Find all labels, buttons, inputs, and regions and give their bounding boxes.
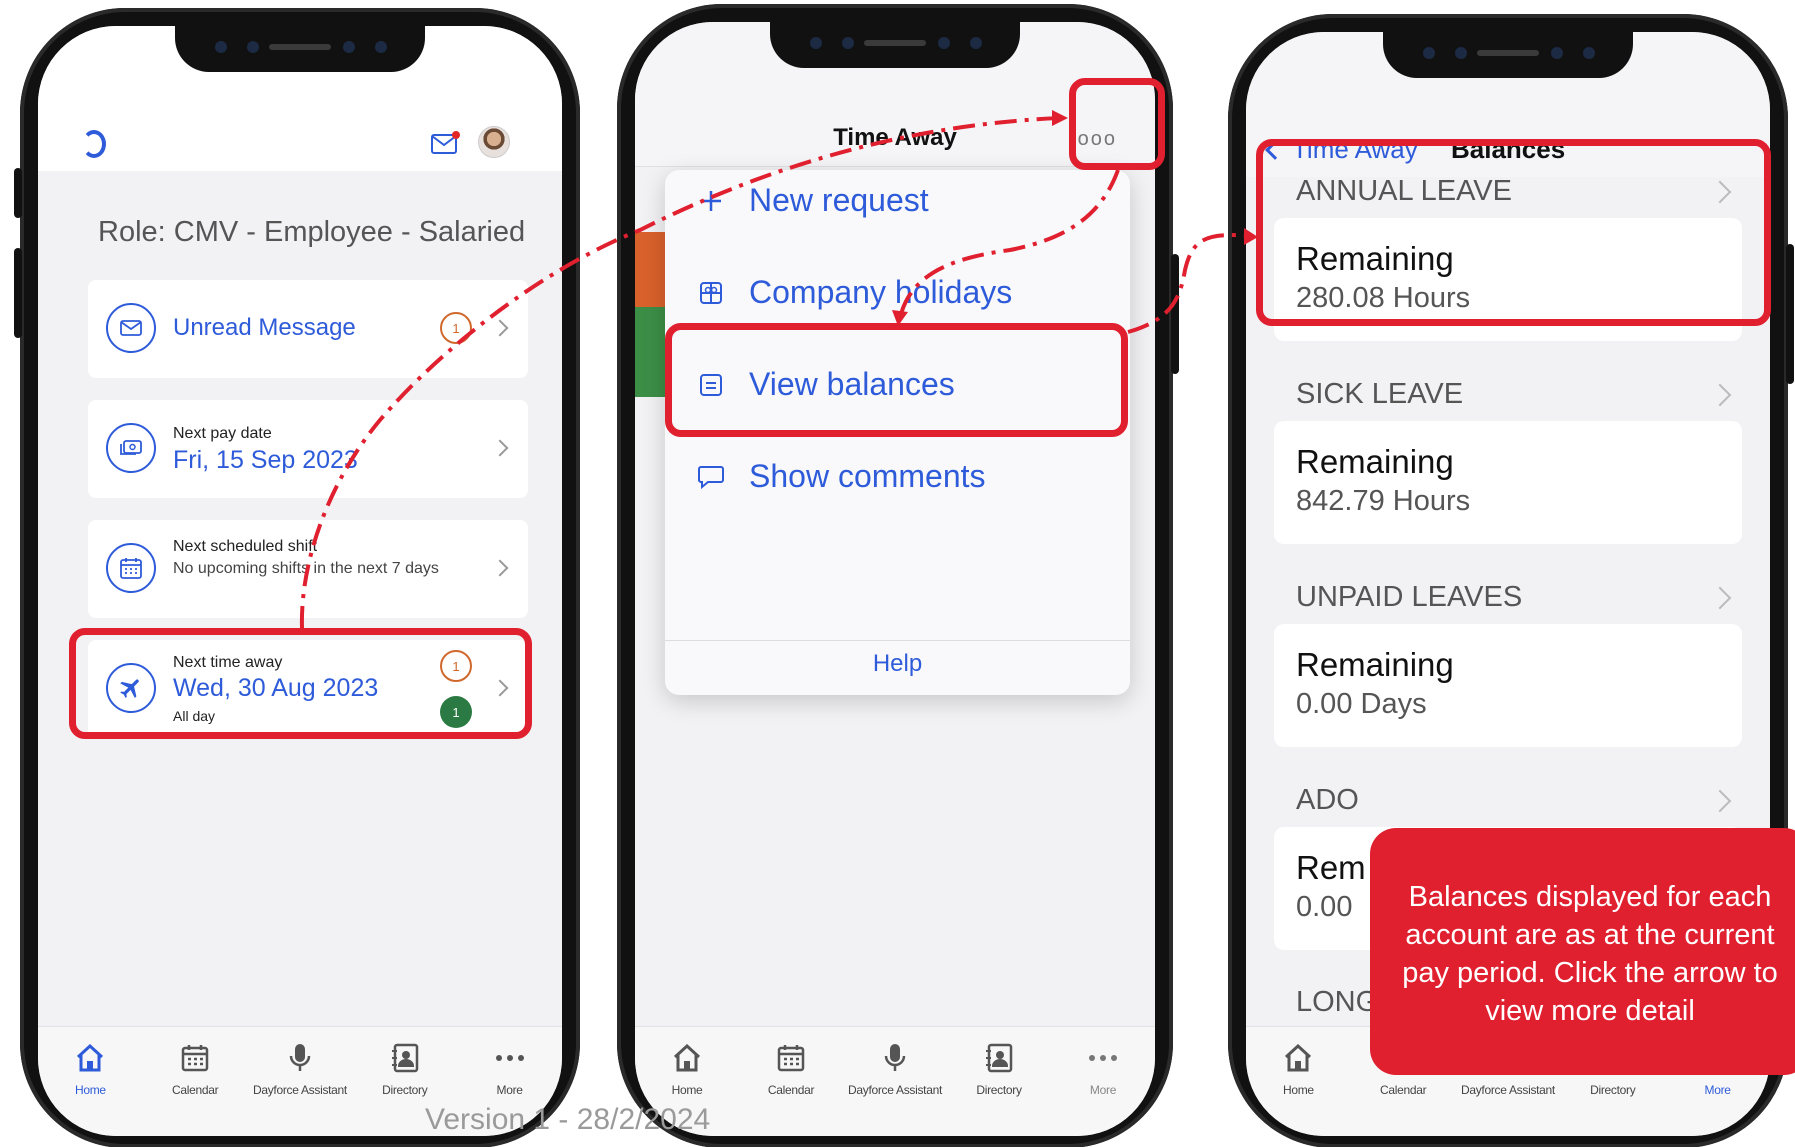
tab-directory[interactable]: Directory [949,1041,1049,1136]
highlight-annual-leave [1256,139,1771,326]
highlight-next-time-away [69,628,532,739]
section-header-long[interactable]: LONG [1296,986,1378,1019]
chevron-right-icon [491,559,509,577]
notch [175,26,425,72]
tab-label: Calendar [172,1083,219,1097]
more-icon [495,1041,525,1075]
next-pay-date-card[interactable]: Next pay date Fri, 15 Sep 2023 [88,400,528,498]
role-label: Role: CMV - Employee - Salaried [98,216,526,248]
section-header-ado[interactable]: ADO [1296,784,1359,817]
balance-label: Rem [1296,849,1366,886]
next-shift-label: Next scheduled shift [173,538,318,555]
tab-home[interactable]: Home [40,1041,140,1136]
side-button [14,248,22,338]
mail-icon[interactable] [431,131,460,159]
tab-label: Home [74,1083,106,1097]
tab-label: Dayforce Assistant [252,1083,347,1097]
microphone-icon [884,1041,906,1075]
balance-value: 0.00 Days [1296,688,1427,720]
menu-divider [665,640,1130,641]
tab-label: More [496,1083,523,1097]
chevron-right-icon[interactable] [1708,789,1732,813]
notch [1383,32,1633,78]
tab-assistant[interactable]: Dayforce Assistant [845,1041,945,1136]
tab-label: More [1089,1083,1117,1097]
help-link[interactable]: Help [665,650,1130,678]
dayforce-logo-icon [82,130,106,158]
side-button [1171,254,1179,374]
next-shift-card[interactable]: Next scheduled shift No upcoming shifts … [88,520,528,618]
balance-label: Remaining [1296,443,1454,480]
phone-time-away: Time Away ooo New request Company holida… [617,4,1179,1147]
tab-bar: Home Calendar Dayforce Assistant Directo… [635,1026,1155,1136]
tab-assistant[interactable]: Dayforce Assistant [250,1041,350,1136]
side-button [14,168,22,218]
menu-item-label: New request [749,182,929,218]
highlight-view-balances [665,323,1128,437]
next-pay-date-label: Next pay date [173,425,272,442]
menu-item-label: Show comments [749,458,986,494]
balance-value: 0.00 [1296,891,1353,923]
notch [770,22,1020,68]
tab-label: Home [1282,1083,1314,1097]
tab-label: Dayforce Assistant [1460,1083,1555,1097]
calendar-day-cell [635,307,665,397]
calendar-day-cell [635,232,665,312]
section-header-unpaid-leaves[interactable]: UNPAID LEAVES [1296,581,1522,614]
side-button [1786,244,1794,384]
tab-label: Directory [1590,1083,1636,1097]
time-away-screen: Time Away ooo New request Company holida… [635,22,1155,1136]
version-label: Version 1 - 28/2/2024 [425,1103,711,1136]
calendar-icon [106,543,156,593]
avatar[interactable] [478,126,510,158]
tab-calendar[interactable]: Calendar [145,1041,245,1136]
calendar-icon [777,1041,805,1075]
phone-home: Role: CMV - Employee - Salaried Unread M… [14,8,580,1147]
tab-label: Home [671,1083,703,1097]
plus-icon [691,189,731,213]
chevron-right-icon [491,439,509,457]
chevron-right-icon[interactable] [1708,586,1732,610]
chevron-right-icon[interactable] [1708,383,1732,407]
highlight-more-options [1069,78,1165,170]
menu-item-label: Company holidays [749,274,1013,310]
tab-label: Dayforce Assistant [848,1083,942,1097]
balance-value: 842.79 Hours [1296,485,1471,517]
chevron-right-icon [491,319,509,337]
unread-message-label: Unread Message [173,314,356,341]
unread-count-badge: 1 [440,312,472,344]
tab-label: Directory [382,1083,428,1097]
tab-label: Calendar [1380,1083,1427,1097]
next-shift-value: No upcoming shifts in the next 7 days [173,560,439,577]
tab-calendar[interactable]: Calendar [741,1041,841,1136]
envelope-icon [106,303,156,353]
tab-label: Calendar [767,1083,815,1097]
home-icon [1283,1041,1313,1075]
tab-more[interactable]: More [1053,1041,1153,1136]
tab-home[interactable]: Home [1248,1041,1348,1136]
contacts-icon [985,1041,1013,1075]
info-callout: Balances displayed for each account are … [1370,828,1795,1075]
balance-label: Remaining [1296,646,1454,683]
tab-label: Directory [976,1083,1022,1097]
tab-label: More [1704,1083,1731,1097]
comment-icon [691,465,731,489]
contacts-icon [391,1041,419,1075]
calendar-icon [181,1041,209,1075]
unread-message-card[interactable]: Unread Message 1 [88,280,528,378]
home-icon [672,1041,702,1075]
home-screen: Role: CMV - Employee - Salaried Unread M… [38,26,562,1136]
balance-card-unpaid-leaves: Remaining 0.00 Days [1274,624,1742,747]
home-icon [75,1041,105,1075]
menu-item-show-comments[interactable]: Show comments [691,458,986,495]
more-icon [1088,1041,1118,1075]
money-icon [106,423,156,473]
menu-item-new-request[interactable]: New request [691,182,929,219]
section-header-sick-leave[interactable]: SICK LEAVE [1296,378,1463,411]
balance-card-sick-leave: Remaining 842.79 Hours [1274,421,1742,544]
microphone-icon [289,1041,311,1075]
next-pay-date-value: Fri, 15 Sep 2023 [173,446,358,474]
gift-icon [691,281,731,305]
menu-item-company-holidays[interactable]: Company holidays [691,274,1012,311]
